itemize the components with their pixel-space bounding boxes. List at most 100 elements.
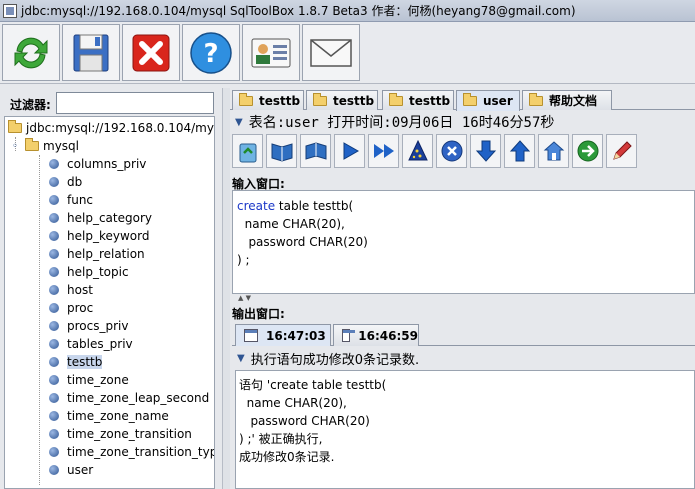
tree-table-item[interactable]: func [49, 191, 93, 209]
tab-help-docs[interactable]: 帮助文档 [522, 90, 612, 110]
tree-table-label: time_zone_name [67, 409, 169, 423]
table-icon [49, 159, 59, 169]
recycle-icon [239, 143, 256, 163]
tree-table-item[interactable]: tables_priv [49, 335, 133, 353]
folder-icon [529, 92, 543, 106]
output-tab-1[interactable]: 16:47:03 [235, 324, 331, 346]
tree-table-item-selected[interactable]: testtb [49, 353, 103, 371]
collapse-triangle-icon[interactable]: ▼ [237, 353, 245, 364]
pencil-icon [612, 141, 632, 160]
window-title: jdbc:mysql://192.168.0.104/mysql SqlTool… [21, 4, 576, 18]
table-icon [49, 177, 59, 187]
folder-icon [463, 93, 477, 106]
output-info-text: 执行语句成功修改0条记录数. [250, 352, 420, 368]
db-tree[interactable]: jdbc:mysql://192.168.0.104/mysql ◦ mysql… [4, 116, 215, 489]
sql-line: table testtb( [275, 199, 354, 213]
cancel-button[interactable] [436, 134, 467, 168]
sql-line: ) ; [237, 253, 250, 267]
table-icon [49, 411, 59, 421]
tree-table-item[interactable]: time_zone_transition [49, 425, 192, 443]
tab-testtb-2[interactable]: testtb [306, 90, 378, 110]
filter-input[interactable] [56, 92, 214, 114]
output-line: password CHAR(20) [239, 414, 370, 428]
edit-button[interactable] [606, 134, 637, 168]
book-button[interactable] [300, 134, 331, 168]
tree-table-item[interactable]: db [49, 173, 82, 191]
table-icon [49, 375, 59, 385]
tree-table-item[interactable]: help_topic [49, 263, 129, 281]
tree-db-mysql[interactable]: ◦ mysql [12, 137, 79, 155]
collapse-triangle-icon[interactable]: ▼ [235, 117, 243, 128]
sql-line: password CHAR(20) [237, 235, 368, 249]
table-icon [49, 321, 59, 331]
tree-table-label: db [67, 175, 83, 189]
output-log: 语句 'create table testtb( name CHAR(20), … [235, 370, 695, 489]
workspace-panel: testtb testtb testtb user 帮助文档 ▼ 表名:user… [230, 88, 695, 489]
arrow-up-icon [509, 140, 530, 162]
app-window: jdbc:mysql://192.168.0.104/mysql SqlTool… [0, 0, 695, 489]
title-bar: jdbc:mysql://192.168.0.104/mysql SqlTool… [0, 0, 695, 22]
tab-user[interactable]: user [456, 90, 520, 111]
filter-label: 过滤器: [10, 98, 51, 112]
tree-table-item[interactable]: time_zone_leap_second [49, 389, 209, 407]
tree-table-label: time_zone [67, 373, 129, 387]
horizontal-splitter[interactable]: ▲ ▼ [232, 294, 695, 302]
tree-root[interactable]: jdbc:mysql://192.168.0.104/mysql [8, 119, 214, 137]
run-button[interactable] [334, 134, 365, 168]
output-line: name CHAR(20), [239, 396, 347, 410]
book-open-icon [271, 143, 292, 162]
go-button[interactable] [572, 134, 603, 168]
recycle-button[interactable] [232, 134, 263, 168]
tree-table-item[interactable]: proc [49, 299, 93, 317]
vertical-splitter[interactable] [222, 88, 230, 489]
close-button[interactable] [122, 24, 180, 81]
table-icon [49, 465, 59, 475]
fast-forward-icon [373, 144, 394, 158]
tree-table-item[interactable]: time_zone_name [49, 407, 169, 425]
go-arrow-icon [577, 140, 598, 162]
tree-table-item[interactable]: columns_priv [49, 155, 146, 173]
wizard-hat-icon [407, 139, 428, 161]
run-all-button[interactable] [368, 134, 399, 168]
tree-table-item[interactable]: time_zone [49, 371, 129, 389]
output-info-bar: ▼ 执行语句成功修改0条记录数. [232, 348, 695, 368]
tab-testtb-1[interactable]: testtb [232, 90, 304, 110]
wizard-button[interactable] [402, 134, 433, 168]
tree-table-item[interactable]: help_keyword [49, 227, 149, 245]
tree-table-item[interactable]: host [49, 281, 93, 299]
tree-table-item[interactable]: time_zone_transition_type [49, 443, 214, 461]
move-down-button[interactable] [470, 134, 501, 168]
output-tabs: 16:47:03 16:46:59 [232, 322, 695, 346]
help-button[interactable]: ? [182, 24, 240, 81]
output-tab-2[interactable]: 16:46:59 [333, 324, 419, 346]
folder-icon [8, 120, 22, 133]
tree-table-label: time_zone_transition [67, 427, 192, 441]
tab-label: user [483, 94, 513, 108]
save-button[interactable] [62, 24, 120, 81]
tree-table-label: testtb [67, 355, 103, 369]
refresh-button[interactable] [2, 24, 60, 81]
sql-toolbar [232, 132, 695, 170]
table-icon [49, 267, 59, 277]
tree-table-item[interactable]: help_category [49, 209, 152, 227]
table-info-bar: ▼ 表名:user 打开时间:09月06日 16时46分57秒 [230, 112, 695, 132]
home-button[interactable] [538, 134, 569, 168]
tree-table-item[interactable]: procs_priv [49, 317, 128, 335]
output-tab-label: 16:46:59 [358, 328, 418, 343]
play-icon [343, 142, 359, 160]
table-icon [49, 249, 59, 259]
mail-button[interactable] [302, 24, 360, 81]
output-line: 成功修改0条记录. [239, 450, 335, 464]
cancel-icon [441, 140, 462, 162]
output-line: 语句 'create table testtb( [239, 378, 387, 392]
navigator-panel: 过滤器: jdbc:mysql://192.168.0.104/mysql ◦ … [0, 88, 228, 489]
tree-table-label: procs_priv [67, 319, 129, 333]
tab-testtb-3[interactable]: testtb [382, 90, 454, 110]
open-book-button[interactable] [266, 134, 297, 168]
tree-table-item[interactable]: user [49, 461, 93, 479]
sql-input-editor[interactable]: create table testtb( name CHAR(20), pass… [232, 190, 695, 294]
book-icon [305, 142, 326, 160]
move-up-button[interactable] [504, 134, 535, 168]
contact-button[interactable] [242, 24, 300, 81]
tree-table-item[interactable]: help_relation [49, 245, 145, 263]
